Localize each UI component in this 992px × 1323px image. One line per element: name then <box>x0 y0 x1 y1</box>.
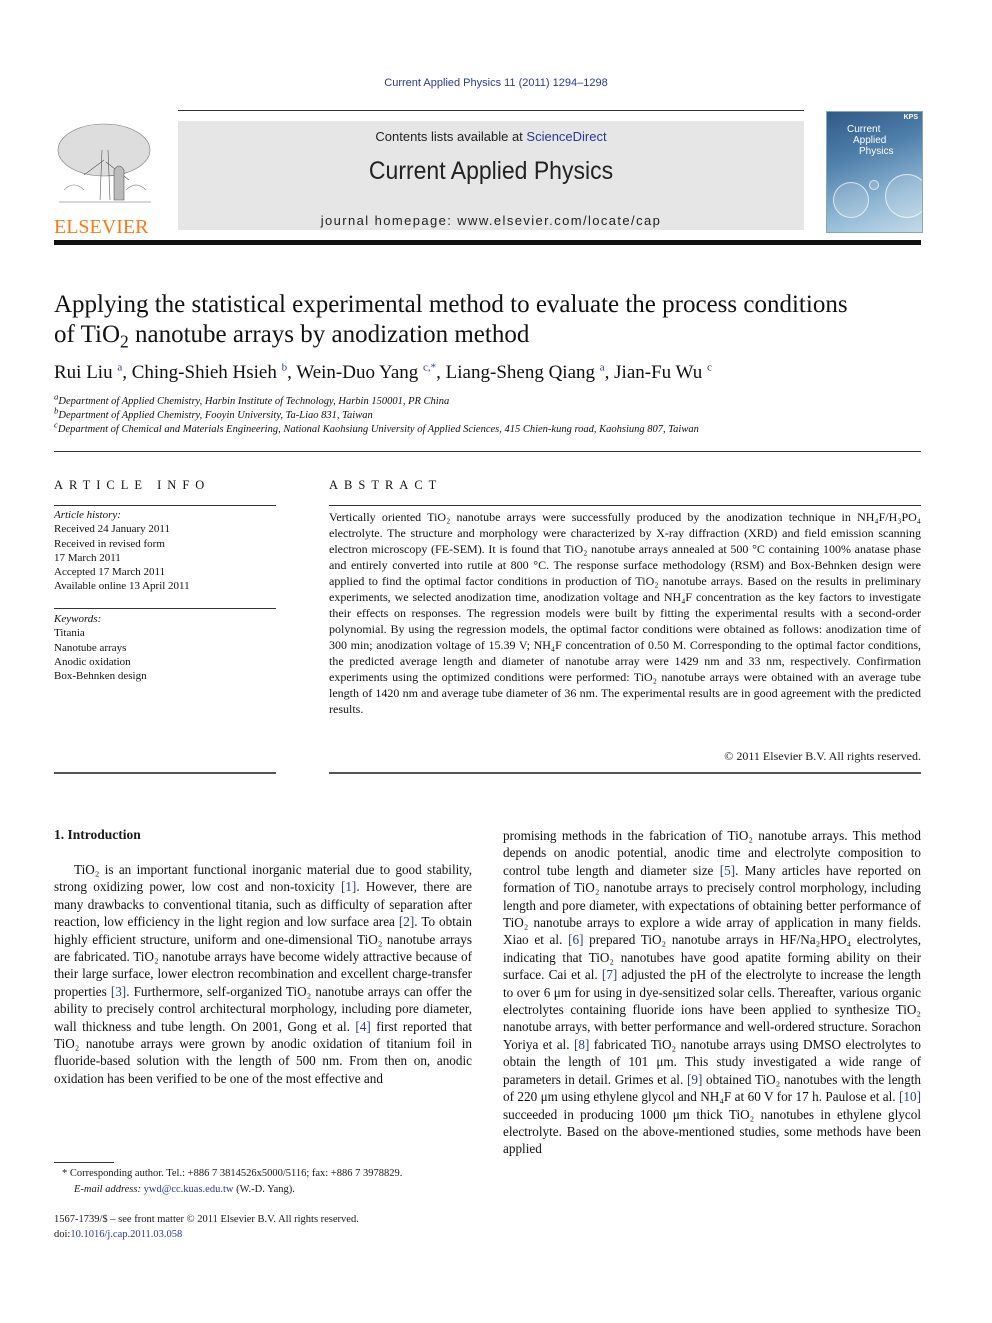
author[interactable]: Rui Liu a <box>54 362 122 383</box>
keywords-rule <box>54 608 276 609</box>
article-info-bottom-rule <box>54 772 276 774</box>
corresponding-author-text: * Corresponding author. Tel.: +886 7 381… <box>62 1168 403 1179</box>
introduction-paragraph-col2: promising methods in the fabrication of … <box>503 828 922 1157</box>
citation-reference-link[interactable]: [7] <box>602 967 617 982</box>
author-name: Rui Liu <box>54 362 113 383</box>
author-list: Rui Liu a, Ching-Shieh Hsieh b, Wein-Duo… <box>54 361 712 383</box>
history-label: Article history: <box>54 509 121 521</box>
keyword: Anodic oxidation <box>54 655 131 668</box>
doi-line: doi:10.1016/j.cap.2011.03.058 <box>54 1227 484 1242</box>
author[interactable]: Liang-Sheng Qiang a <box>446 362 605 383</box>
corresponding-author-footnote: * Corresponding author. Tel.: +886 7 381… <box>54 1166 484 1198</box>
footnote-rule <box>54 1162 114 1163</box>
history-item: Available online 13 April 2011 <box>54 580 190 593</box>
affiliation-marker[interactable]: a <box>600 362 605 374</box>
section-heading-introduction: 1. Introduction <box>54 827 141 842</box>
affiliation-text: Department of Chemical and Materials Eng… <box>57 424 699 435</box>
citation-reference-link[interactable]: [8] <box>574 1037 589 1052</box>
affiliation: bDepartment of Applied Chemistry, Fooyin… <box>54 406 373 421</box>
cover-bubble <box>885 174 922 218</box>
front-matter: 1567-1739/$ – see front matter © 2011 El… <box>54 1212 484 1242</box>
affiliation-marker[interactable]: b <box>282 362 288 374</box>
article-title: Applying the statistical experimental me… <box>54 290 934 350</box>
author-name: Jian-Fu Wu <box>614 362 703 383</box>
cover-title: Current Applied Physics <box>847 124 893 157</box>
author[interactable]: Jian-Fu Wu c <box>614 362 712 383</box>
front-matter-text: 1567-1739/$ – see front matter © 2011 El… <box>54 1214 359 1225</box>
contents-prefix: Contents lists available at <box>375 129 527 144</box>
journal-cover-image[interactable]: KPS Current Applied Physics <box>826 111 923 233</box>
section-rule <box>54 451 921 452</box>
affiliation: cDepartment of Chemical and Materials En… <box>54 420 699 435</box>
author[interactable]: Ching-Shieh Hsieh b <box>132 362 287 383</box>
affiliation-marker[interactable]: c <box>707 362 712 374</box>
citation-reference-link[interactable]: [4] <box>355 1019 370 1034</box>
affiliation: aDepartment of Applied Chemistry, Harbin… <box>54 392 450 407</box>
introduction-paragraph-col1: TiO₂ is an important functional inorgani… <box>54 862 473 1086</box>
history-item: 17 March 2011 <box>54 551 121 564</box>
author-name: Liang-Sheng Qiang <box>445 362 595 383</box>
cover-badge: KPS <box>903 114 918 121</box>
citation-reference-link[interactable]: [9] <box>687 1072 702 1087</box>
affiliation-marker[interactable]: a <box>117 362 122 374</box>
affiliation-text: Department of Applied Chemistry, Fooyin … <box>58 410 373 421</box>
keywords: Keywords: Titania Nanotube arrays Anodic… <box>54 612 147 683</box>
email-suffix: (W.-D. Yang). <box>233 1184 295 1195</box>
keyword: Titania <box>54 627 85 640</box>
header-thick-rule <box>54 240 921 245</box>
journal-header-band: Contents lists available at ScienceDirec… <box>178 121 804 230</box>
journal-citation[interactable]: Current Applied Physics 11 (2011) 1294–1… <box>0 77 992 89</box>
title-text: of TiO <box>54 321 121 348</box>
abstract-bottom-rule <box>329 772 921 774</box>
keyword: Nanotube arrays <box>54 641 127 654</box>
affiliation-marker[interactable]: c,* <box>423 362 436 374</box>
citation-reference-link[interactable]: [6] <box>568 932 583 947</box>
author-name: Wein-Duo Yang <box>296 362 419 383</box>
elsevier-wordmark: ELSEVIER <box>54 216 149 238</box>
abstract-heading: ABSTRACT <box>329 478 443 492</box>
author[interactable]: Wein-Duo Yang c,* <box>296 362 436 383</box>
elsevier-logo[interactable]: ELSEVIER <box>54 120 156 237</box>
cover-title-line: Physics <box>859 146 894 157</box>
cover-bubble <box>833 182 869 218</box>
doi-label: doi: <box>54 1229 71 1240</box>
citation-reference-link[interactable]: [5] <box>720 863 735 878</box>
cover-title-line: Applied <box>853 135 887 146</box>
cover-title-line: Current <box>847 124 881 135</box>
article-info-rule <box>54 505 276 506</box>
citation-reference-link[interactable]: [3] <box>111 984 126 999</box>
article-info-heading: ARTICLE INFO <box>54 478 211 492</box>
affiliation-text: Department of Applied Chemistry, Harbin … <box>58 396 450 407</box>
doi-link[interactable]: 10.1016/j.cap.2011.03.058 <box>70 1229 182 1240</box>
history-item: Accepted 17 March 2011 <box>54 566 166 579</box>
history-item: Received in revised form <box>54 537 165 550</box>
email-label: E-mail address: <box>74 1184 144 1195</box>
header-rule <box>178 110 804 111</box>
abstract-copyright: © 2011 Elsevier B.V. All rights reserved… <box>724 749 921 763</box>
journal-homepage-link[interactable]: journal homepage: www.elsevier.com/locat… <box>178 213 804 228</box>
email-line: E-mail address: ywd@cc.kuas.edu.tw (W.-D… <box>54 1182 484 1198</box>
journal-title: Current Applied Physics <box>368 157 614 185</box>
contents-line: Contents lists available at ScienceDirec… <box>178 129 804 144</box>
title-line-2: of TiO2 nanotube arrays by anodization m… <box>54 320 934 350</box>
keyword: Box-Behnken design <box>54 670 147 683</box>
abstract-text: Vertically oriented TiO₂ nanotube arrays… <box>329 510 921 716</box>
sciencedirect-link[interactable]: ScienceDirect <box>526 129 606 144</box>
abstract-rule <box>329 505 921 506</box>
citation-reference-link[interactable]: [10] <box>899 1089 921 1104</box>
cover-bubble <box>869 180 879 190</box>
title-text: nanotube arrays by anodization method <box>128 321 530 348</box>
history-item: Received 24 January 2011 <box>54 523 170 536</box>
author-name: Ching-Shieh Hsieh <box>131 362 277 383</box>
title-line-1: Applying the statistical experimental me… <box>54 291 848 318</box>
elsevier-tree-icon <box>54 120 156 210</box>
citation-reference-link[interactable]: [1] <box>341 879 356 894</box>
email-link[interactable]: ywd@cc.kuas.edu.tw <box>144 1184 234 1195</box>
article-history: Article history: Received 24 January 201… <box>54 508 190 594</box>
title-subscript: 2 <box>120 331 129 352</box>
keywords-label: Keywords: <box>54 613 102 625</box>
citation-reference-link[interactable]: [2] <box>399 914 414 929</box>
